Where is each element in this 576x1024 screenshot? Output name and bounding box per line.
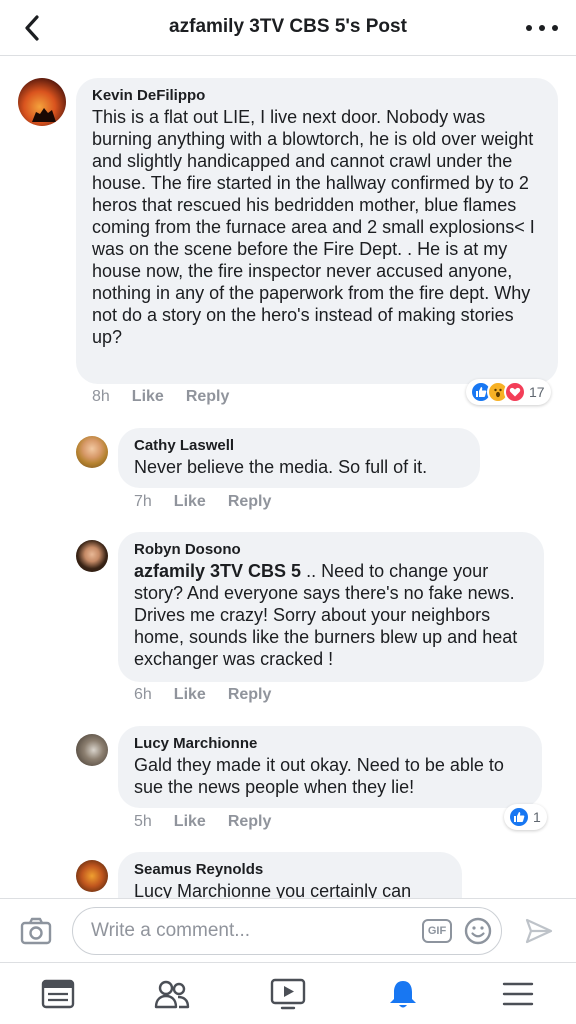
emoji-button[interactable]: [464, 917, 492, 945]
comment-author[interactable]: Kevin DeFilippo: [92, 86, 542, 106]
send-button[interactable]: [524, 916, 554, 946]
top-bar: azfamily 3TV CBS 5's Post: [0, 0, 576, 56]
comment-time[interactable]: 5h: [134, 813, 152, 831]
comment-author[interactable]: Robyn Dosono: [134, 540, 528, 560]
avatar[interactable]: [18, 78, 66, 126]
avatar[interactable]: [76, 860, 108, 892]
more-options-button[interactable]: [526, 20, 558, 36]
comment-bubble: Kevin DeFilippo This is a flat out LIE, …: [76, 78, 558, 384]
reply-button[interactable]: Reply: [228, 813, 272, 831]
camera-icon: [20, 917, 52, 945]
tab-news-feed[interactable]: [40, 977, 76, 1011]
comments-list: Kevin DeFilippo This is a flat out LIE, …: [0, 56, 576, 898]
comment-author[interactable]: Seamus Reynolds: [134, 860, 446, 880]
comment-bubble: Lucy Marchionne Gald they made it out ok…: [118, 726, 542, 808]
avatar[interactable]: [76, 436, 108, 468]
gif-button[interactable]: GIF: [422, 919, 452, 943]
tab-friends[interactable]: [154, 977, 190, 1011]
notifications-icon: [390, 981, 416, 1008]
comment-text: Gald they made it out okay. Need to be a…: [134, 755, 504, 797]
reply-button[interactable]: Reply: [228, 493, 272, 511]
comment-actions: 6h Like Reply: [134, 686, 271, 704]
friends-icon: [154, 980, 190, 1009]
love-reaction-icon: [504, 381, 526, 403]
like-button[interactable]: Like: [174, 493, 206, 511]
watch-icon: [270, 978, 306, 1010]
comment-actions: 5h Like Reply: [134, 813, 271, 831]
like-button[interactable]: Like: [174, 813, 206, 831]
reaction-summary[interactable]: 17: [466, 379, 551, 405]
reaction-count: 1: [533, 809, 541, 825]
comment-bubble: Robyn Dosono azfamily 3TV CBS 5 .. Need …: [118, 532, 544, 682]
like-button[interactable]: Like: [132, 388, 164, 406]
comment-text: This is a flat out LIE, I live next door…: [92, 107, 535, 347]
comment-time[interactable]: 8h: [92, 388, 110, 406]
tab-notifications[interactable]: [385, 977, 421, 1011]
news-feed-icon: [41, 979, 75, 1009]
like-reaction-icon: [508, 806, 530, 828]
comment-text: Never believe the media. So full of it.: [134, 457, 428, 477]
page-mention[interactable]: azfamily 3TV CBS 5: [134, 561, 301, 581]
avatar[interactable]: [76, 540, 108, 572]
tab-menu[interactable]: [500, 977, 536, 1011]
menu-icon: [502, 982, 534, 1006]
comment-bubble: Cathy Laswell Never believe the media. S…: [118, 428, 480, 488]
avatar[interactable]: [76, 734, 108, 766]
more-horizontal-icon: [526, 25, 532, 31]
reaction-summary[interactable]: 1: [504, 804, 547, 830]
emoji-icon: [464, 917, 492, 945]
comment-time[interactable]: 7h: [134, 493, 152, 511]
reaction-count: 17: [529, 384, 545, 400]
comment-author[interactable]: Cathy Laswell: [134, 436, 464, 456]
like-button[interactable]: Like: [174, 686, 206, 704]
comment-time[interactable]: 6h: [134, 686, 152, 704]
tree-silhouette-icon: [32, 108, 56, 122]
comment-bubble: Seamus Reynolds Lucy Marchionne you cert…: [118, 852, 462, 898]
reply-button[interactable]: Reply: [186, 388, 230, 406]
comment-actions: 7h Like Reply: [134, 493, 271, 511]
send-icon: [525, 918, 553, 944]
reply-button[interactable]: Reply: [228, 686, 272, 704]
bottom-tab-bar: [0, 962, 576, 1024]
page-title: azfamily 3TV CBS 5's Post: [169, 16, 407, 37]
camera-button[interactable]: [20, 917, 52, 945]
tab-watch[interactable]: [270, 977, 306, 1011]
comment-text: azfamily 3TV CBS 5 .. Need to change you…: [134, 561, 518, 669]
comment-author[interactable]: Lucy Marchionne: [134, 734, 526, 754]
comment-text: Lucy Marchionne you certainly can: [134, 881, 412, 898]
comment-actions: 8h Like Reply: [92, 388, 229, 406]
